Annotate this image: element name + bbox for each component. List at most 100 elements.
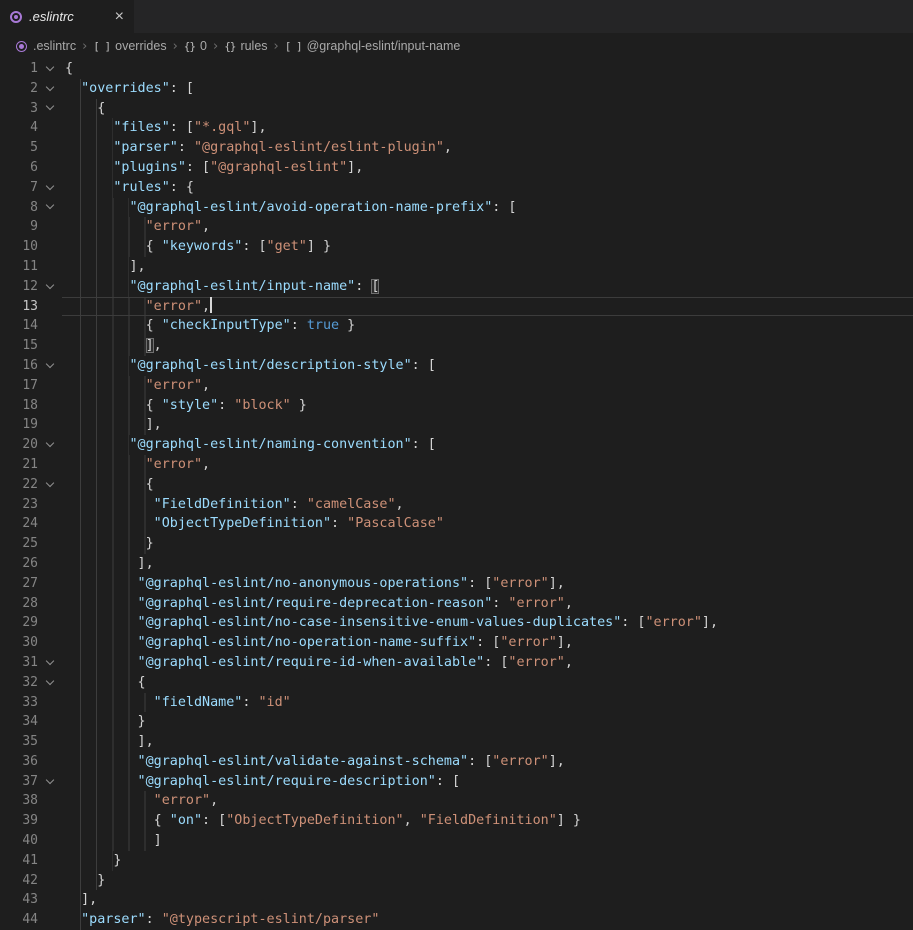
code-line[interactable]: 3{ [0,99,913,119]
code-line[interactable]: 31"@graphql-eslint/require-id-when-avail… [0,653,913,673]
code-line-content[interactable]: "@graphql-eslint/description-style": [ [62,356,913,376]
code-line-content[interactable]: "error", [62,297,913,317]
code-line[interactable]: 5"parser": "@graphql-eslint/eslint-plugi… [0,138,913,158]
chevron-down-icon[interactable] [38,356,62,376]
code-line[interactable]: 18{ "style": "block" } [0,396,913,416]
code-line-content[interactable]: "@graphql-eslint/no-operation-name-suffi… [62,633,913,653]
code-line-content[interactable]: } [62,871,913,891]
code-line-content[interactable]: "@graphql-eslint/require-id-when-availab… [62,653,913,673]
code-line-content[interactable]: "@graphql-eslint/naming-convention": [ [62,435,913,455]
code-line-content[interactable]: "error", [62,791,913,811]
code-line[interactable]: 11], [0,257,913,277]
code-line-content[interactable]: ], [62,336,913,356]
tab-eslintrc[interactable]: .eslintrc × [0,0,134,33]
code-line[interactable]: 23"FieldDefinition": "camelCase", [0,495,913,515]
code-line[interactable]: 44"parser": "@typescript-eslint/parser" [0,910,913,930]
code-line-content[interactable]: ], [62,554,913,574]
code-line[interactable]: 19], [0,415,913,435]
code-line[interactable]: 36"@graphql-eslint/validate-against-sche… [0,752,913,772]
code-line[interactable]: 42} [0,871,913,891]
code-line[interactable]: 27"@graphql-eslint/no-anonymous-operatio… [0,574,913,594]
code-line-content[interactable]: "@graphql-eslint/no-anonymous-operations… [62,574,913,594]
chevron-down-icon[interactable] [38,772,62,792]
code-line[interactable]: 35], [0,732,913,752]
code-line-content[interactable]: "error", [62,217,913,237]
code-line-content[interactable]: { "keywords": ["get"] } [62,237,913,257]
code-line-content[interactable]: { "on": ["ObjectTypeDefinition", "FieldD… [62,811,913,831]
code-line-content[interactable]: "FieldDefinition": "camelCase", [62,495,913,515]
chevron-down-icon[interactable] [38,653,62,673]
code-line-content[interactable]: "error", [62,376,913,396]
code-line-content[interactable]: } [62,851,913,871]
code-line-content[interactable]: "parser": "@typescript-eslint/parser" [62,910,913,930]
code-line[interactable]: 2"overrides": [ [0,79,913,99]
code-line-content[interactable]: "parser": "@graphql-eslint/eslint-plugin… [62,138,913,158]
code-line[interactable]: 9"error", [0,217,913,237]
code-line[interactable]: 39{ "on": ["ObjectTypeDefinition", "Fiel… [0,811,913,831]
code-line[interactable]: 16"@graphql-eslint/description-style": [ [0,356,913,376]
code-line[interactable]: 6"plugins": ["@graphql-eslint"], [0,158,913,178]
code-line[interactable]: 25} [0,534,913,554]
code-line[interactable]: 28"@graphql-eslint/require-deprecation-r… [0,594,913,614]
code-line-content[interactable]: "rules": { [62,178,913,198]
chevron-down-icon[interactable] [38,79,62,99]
code-line-content[interactable]: "@graphql-eslint/validate-against-schema… [62,752,913,772]
chevron-down-icon[interactable] [38,59,62,79]
code-line-content[interactable]: "ObjectTypeDefinition": "PascalCase" [62,514,913,534]
code-line[interactable]: 7"rules": { [0,178,913,198]
code-line-content[interactable]: { [62,59,913,79]
code-line-content[interactable]: ], [62,732,913,752]
code-line-content[interactable]: } [62,534,913,554]
chevron-down-icon[interactable] [38,435,62,455]
chevron-down-icon[interactable] [38,475,62,495]
code-line[interactable]: 37"@graphql-eslint/require-description":… [0,772,913,792]
code-line[interactable]: 38"error", [0,791,913,811]
code-line[interactable]: 20"@graphql-eslint/naming-convention": [ [0,435,913,455]
code-line-content[interactable]: "@graphql-eslint/no-case-insensitive-enu… [62,613,913,633]
close-icon[interactable]: × [111,8,128,26]
code-line[interactable]: 30"@graphql-eslint/no-operation-name-suf… [0,633,913,653]
code-line[interactable]: 10{ "keywords": ["get"] } [0,237,913,257]
code-line[interactable]: 12"@graphql-eslint/input-name": [ [0,277,913,297]
code-line-content[interactable]: "fieldName": "id" [62,693,913,713]
code-line[interactable]: 29"@graphql-eslint/no-case-insensitive-e… [0,613,913,633]
code-line-content[interactable]: ] [62,831,913,851]
code-line-content[interactable]: ], [62,890,913,910]
code-line[interactable]: 33"fieldName": "id" [0,693,913,713]
editor[interactable]: 1{2"overrides": [3{4"files": ["*.gql"],5… [0,59,913,930]
code-line-content[interactable]: ], [62,257,913,277]
code-line-content[interactable]: "@graphql-eslint/avoid-operation-name-pr… [62,198,913,218]
code-line[interactable]: 13"error", [0,297,913,317]
breadcrumb-item[interactable]: {}rules [224,39,267,53]
code-line-content[interactable]: "@graphql-eslint/require-deprecation-rea… [62,594,913,614]
code-line-content[interactable]: { [62,99,913,119]
code-line[interactable]: 22{ [0,475,913,495]
code-line[interactable]: 21"error", [0,455,913,475]
breadcrumb-item[interactable]: [ ]@graphql-eslint/input-name [285,39,461,53]
code-line-content[interactable]: "error", [62,455,913,475]
code-line[interactable]: 4"files": ["*.gql"], [0,118,913,138]
code-line[interactable]: 17"error", [0,376,913,396]
code-line[interactable]: 14{ "checkInputType": true } [0,316,913,336]
breadcrumb-item[interactable]: {}0 [184,39,207,53]
code-line-content[interactable]: } [62,712,913,732]
code-line[interactable]: 24"ObjectTypeDefinition": "PascalCase" [0,514,913,534]
code-line-content[interactable]: "@graphql-eslint/require-description": [ [62,772,913,792]
code-line[interactable]: 43], [0,890,913,910]
breadcrumb-item[interactable]: [ ]overrides [93,39,166,53]
code-line[interactable]: 40] [0,831,913,851]
code-line-content[interactable]: ], [62,415,913,435]
chevron-down-icon[interactable] [38,99,62,119]
code-line[interactable]: 32{ [0,673,913,693]
chevron-down-icon[interactable] [38,673,62,693]
code-line[interactable]: 34} [0,712,913,732]
code-line-content[interactable]: "overrides": [ [62,79,913,99]
code-line-content[interactable]: { "style": "block" } [62,396,913,416]
chevron-down-icon[interactable] [38,277,62,297]
code-line[interactable]: 1{ [0,59,913,79]
code-line[interactable]: 41} [0,851,913,871]
code-line-content[interactable]: { [62,475,913,495]
chevron-down-icon[interactable] [38,198,62,218]
code-line-content[interactable]: "files": ["*.gql"], [62,118,913,138]
code-line[interactable]: 15], [0,336,913,356]
